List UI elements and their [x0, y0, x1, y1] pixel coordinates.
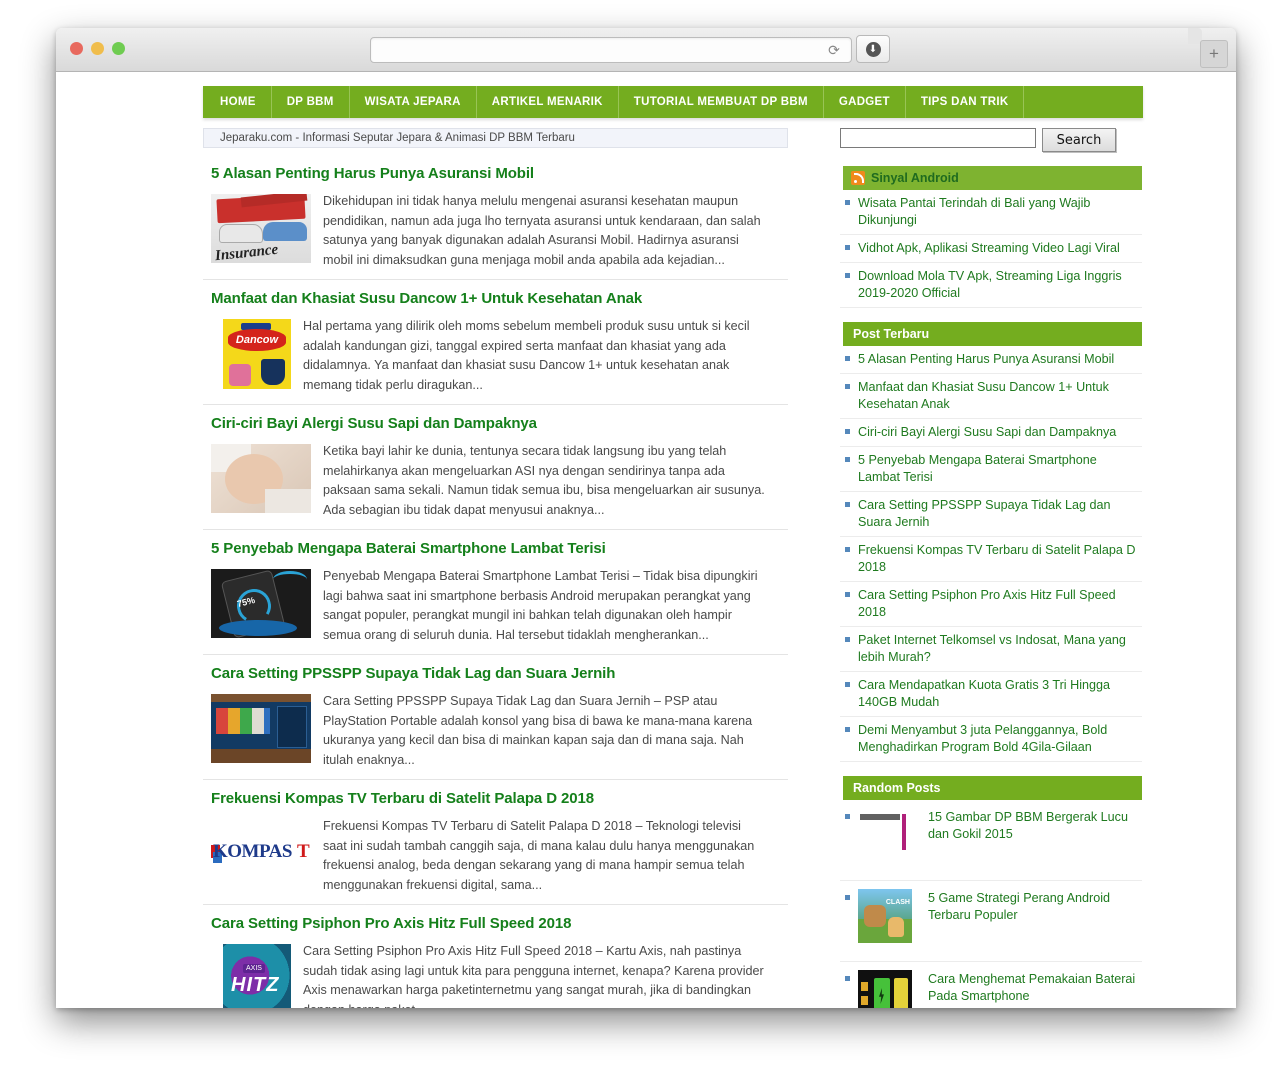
search-button[interactable]: Search	[1042, 128, 1116, 152]
maximize-window-button[interactable]	[112, 42, 125, 55]
widget-header: Sinyal Android	[840, 166, 1142, 190]
sinyal-android-list: Wisata Pantai Terindah di Bali yang Waji…	[840, 190, 1142, 308]
insurance-cars-thumbnail[interactable]: Insurance	[211, 194, 311, 263]
article-excerpt: Frekuensi Kompas TV Terbaru di Satelit P…	[323, 819, 755, 892]
article-title[interactable]: Cara Setting Psiphon Pro Axis Hitz Full …	[211, 915, 788, 932]
list-item-label: 5 Game Strategi Perang Android Terbaru P…	[928, 891, 1111, 922]
article-title[interactable]: 5 Penyebab Mengapa Baterai Smartphone La…	[211, 540, 788, 557]
article-title[interactable]: Cara Setting PPSSPP Supaya Tidak Lag dan…	[211, 665, 788, 682]
close-window-button[interactable]	[70, 42, 83, 55]
list-item[interactable]: 5 Alasan Penting Harus Punya Asuransi Mo…	[840, 346, 1142, 374]
article-item: Ciri-ciri Bayi Alergi Susu Sapi dan Damp…	[203, 405, 788, 530]
widget-title: Sinyal Android	[871, 171, 959, 185]
nav-item-artikel-menarik[interactable]: ARTIKEL MENARIK	[477, 86, 619, 118]
article-body: 75% Penyebab Mengapa Baterai Smartphone …	[203, 567, 788, 645]
sleeping-baby-thumbnail[interactable]	[211, 444, 311, 513]
article-body: Dancow Hal pertama yang dilirik oleh mom…	[203, 317, 788, 395]
window-controls	[70, 42, 125, 55]
list-item[interactable]: CLASH 5 Game Strategi Perang Android Ter…	[840, 881, 1142, 962]
main-content: Jeparaku.com - Informasi Seputar Jepara …	[203, 128, 788, 1008]
article-excerpt: Cara Setting PPSSPP Supaya Tidak Lag dan…	[323, 694, 753, 767]
battery-icons-thumbnail	[858, 970, 912, 1008]
article-item: Cara Setting Psiphon Pro Axis Hitz Full …	[203, 905, 788, 1008]
article-excerpt: Cara Setting Psiphon Pro Axis Hitz Full …	[303, 944, 764, 1008]
article-excerpt: Hal pertama yang dilirik oleh moms sebel…	[303, 319, 750, 392]
article-title[interactable]: Ciri-ciri Bayi Alergi Susu Sapi dan Damp…	[211, 415, 788, 432]
reload-icon[interactable]: ⟳	[825, 41, 843, 59]
article-body: Insurance Dikehidupan ini tidak hanya me…	[203, 192, 788, 270]
nav-item-gadget[interactable]: GADGET	[824, 86, 906, 118]
widget-title: Random Posts	[840, 776, 1142, 800]
list-item[interactable]: Cara Setting PPSSPP Supaya Tidak Lag dan…	[840, 492, 1142, 537]
list-item[interactable]: 15 Gambar DP BBM Bergerak Lucu dan Gokil…	[840, 800, 1142, 881]
list-item[interactable]: Ciri-ciri Bayi Alergi Susu Sapi dan Damp…	[840, 419, 1142, 447]
list-item[interactable]: Cara Mendapatkan Kuota Gratis 3 Tri Hing…	[840, 672, 1142, 717]
content-columns: Jeparaku.com - Informasi Seputar Jepara …	[203, 128, 1143, 1008]
list-item[interactable]: Cara Menghemat Pemakaian Baterai Pada Sm…	[840, 962, 1142, 1008]
search-input[interactable]	[840, 128, 1036, 148]
dancow-milk-box-thumbnail[interactable]: Dancow	[223, 319, 291, 389]
article-body: Ketika bayi lahir ke dunia, tentunya sec…	[203, 442, 788, 520]
site-tagline: Jeparaku.com - Informasi Seputar Jepara …	[203, 128, 788, 148]
list-item[interactable]: Download Mola TV Apk, Streaming Liga Ing…	[840, 263, 1142, 308]
download-icon: ⬇	[865, 41, 881, 57]
article-item: Manfaat dan Khasiat Susu Dancow 1+ Untuk…	[203, 280, 788, 405]
nav-item-tutorial-membuat-dp-bbm[interactable]: TUTORIAL MEMBUAT DP BBM	[619, 86, 824, 118]
article-excerpt: Penyebab Mengapa Baterai Smartphone Lamb…	[323, 569, 758, 642]
browser-titlebar: ⟳ ⬇ +	[56, 28, 1236, 72]
browser-window: ⟳ ⬇ + HOME DP BBM WISATA JEPARA ARTIKEL …	[56, 28, 1236, 1008]
web-page: HOME DP BBM WISATA JEPARA ARTIKEL MENARI…	[56, 72, 1236, 1008]
article-excerpt: Dikehidupan ini tidak hanya melulu menge…	[323, 194, 761, 267]
screenshot-root: ⟳ ⬇ + HOME DP BBM WISATA JEPARA ARTIKEL …	[0, 0, 1280, 1084]
nav-item-wisata-jepara[interactable]: WISATA JEPARA	[350, 86, 477, 118]
list-item-label: 15 Gambar DP BBM Bergerak Lucu dan Gokil…	[928, 810, 1128, 841]
post-terbaru-list: 5 Alasan Penting Harus Punya Asuransi Mo…	[840, 346, 1142, 762]
list-item-label: Cara Menghemat Pemakaian Baterai Pada Sm…	[928, 972, 1136, 1003]
sidebar: Search Sinyal Android Wisata Pantai Teri…	[840, 128, 1142, 1008]
kompas-tv-logo-thumbnail[interactable]: KOMPAS T	[211, 819, 311, 888]
nav-item-home[interactable]: HOME	[216, 86, 272, 118]
new-tab-button[interactable]: +	[1200, 40, 1228, 68]
article-body: Cara Setting PPSSPP Supaya Tidak Lag dan…	[203, 692, 788, 770]
charging-phone-thumbnail[interactable]: 75%	[211, 569, 311, 638]
nav-item-tips-dan-trik[interactable]: TIPS DAN TRIK	[906, 86, 1025, 118]
list-item[interactable]: Wisata Pantai Terindah di Bali yang Waji…	[840, 190, 1142, 235]
article-item: Frekuensi Kompas TV Terbaru di Satelit P…	[203, 780, 788, 905]
main-navigation: HOME DP BBM WISATA JEPARA ARTIKEL MENARI…	[203, 86, 1143, 118]
widget-post-terbaru: Post Terbaru 5 Alasan Penting Harus Puny…	[840, 322, 1142, 762]
list-item[interactable]: Manfaat dan Khasiat Susu Dancow 1+ Untuk…	[840, 374, 1142, 419]
download-button[interactable]: ⬇	[856, 35, 890, 63]
address-bar[interactable]: ⟳	[370, 37, 852, 63]
dp-bbm-text-thumbnail	[858, 808, 912, 862]
list-item[interactable]: 5 Penyebab Mengapa Baterai Smartphone La…	[840, 447, 1142, 492]
article-title[interactable]: Frekuensi Kompas TV Terbaru di Satelit P…	[211, 790, 788, 807]
article-body: KOMPAS T Frekuensi Kompas TV Terbaru di S…	[203, 817, 788, 895]
article-title[interactable]: 5 Alasan Penting Harus Punya Asuransi Mo…	[211, 165, 788, 182]
article-item: 5 Penyebab Mengapa Baterai Smartphone La…	[203, 530, 788, 655]
list-item[interactable]: Cara Setting Psiphon Pro Axis Hitz Full …	[840, 582, 1142, 627]
page-viewport: HOME DP BBM WISATA JEPARA ARTIKEL MENARI…	[56, 72, 1236, 1008]
article-item: Cara Setting PPSSPP Supaya Tidak Lag dan…	[203, 655, 788, 780]
article-excerpt: Ketika bayi lahir ke dunia, tentunya sec…	[323, 444, 765, 517]
widget-random-posts: Random Posts 15 Gambar DP BBM Bergerak L…	[840, 776, 1142, 1008]
list-item[interactable]: Demi Menyambut 3 juta Pelanggannya, Bold…	[840, 717, 1142, 762]
clash-of-clans-thumbnail: CLASH	[858, 889, 912, 943]
article-title[interactable]: Manfaat dan Khasiat Susu Dancow 1+ Untuk…	[211, 290, 788, 307]
nav-item-dp-bbm[interactable]: DP BBM	[272, 86, 350, 118]
article-item: 5 Alasan Penting Harus Punya Asuransi Mo…	[203, 155, 788, 280]
search-form: Search	[840, 128, 1142, 152]
page-wrapper: HOME DP BBM WISATA JEPARA ARTIKEL MENARI…	[203, 86, 1143, 1008]
minimize-window-button[interactable]	[91, 42, 104, 55]
random-posts-list: 15 Gambar DP BBM Bergerak Lucu dan Gokil…	[840, 800, 1142, 1008]
rss-icon	[851, 171, 865, 185]
article-body: AXIS HITZ Cara Setting Psiphon Pro Axis H…	[203, 942, 788, 1008]
ppsspp-emulator-thumbnail[interactable]	[211, 694, 311, 763]
widget-sinyal-android: Sinyal Android Wisata Pantai Terindah di…	[840, 166, 1142, 308]
list-item[interactable]: Vidhot Apk, Aplikasi Streaming Video Lag…	[840, 235, 1142, 263]
axis-hitz-card-thumbnail[interactable]: AXIS HITZ	[223, 944, 291, 1008]
list-item[interactable]: Frekuensi Kompas TV Terbaru di Satelit P…	[840, 537, 1142, 582]
widget-title: Post Terbaru	[840, 322, 1142, 346]
list-item[interactable]: Paket Internet Telkomsel vs Indosat, Man…	[840, 627, 1142, 672]
